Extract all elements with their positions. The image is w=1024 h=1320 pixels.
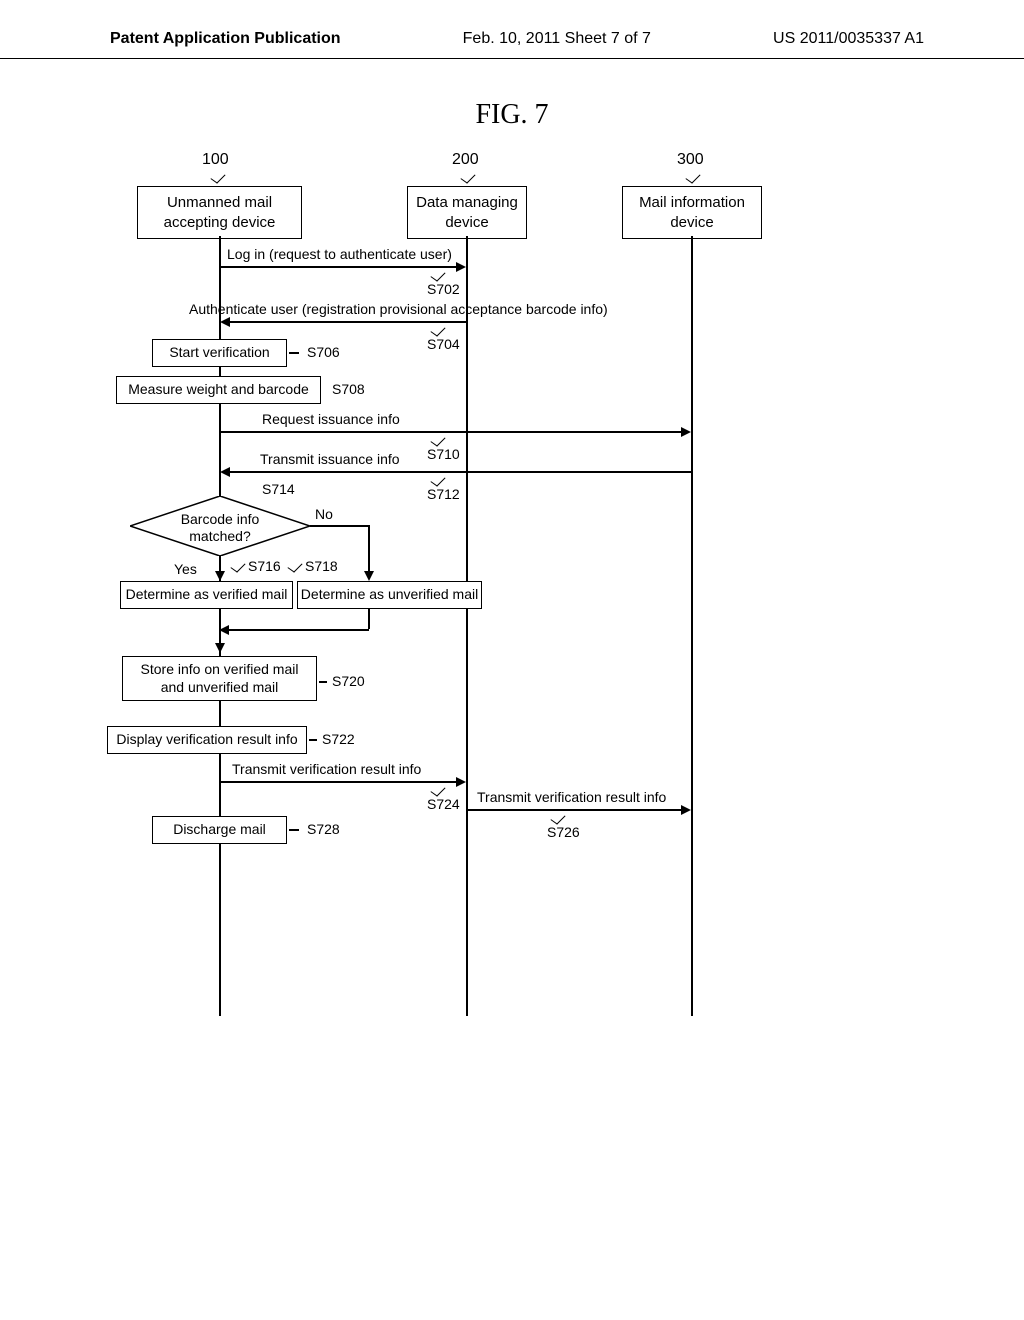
label-s716: S716 bbox=[248, 558, 281, 574]
tick-icon bbox=[210, 170, 225, 183]
merge-line bbox=[368, 609, 370, 629]
msg-req: Request issuance info bbox=[262, 411, 400, 427]
label-s704: S704 bbox=[427, 336, 460, 352]
header-right: US 2011/0035337 A1 bbox=[773, 30, 924, 48]
arrow-head-icon bbox=[364, 571, 374, 581]
label-s706: S706 bbox=[307, 344, 340, 360]
label-s702: S702 bbox=[427, 281, 460, 297]
col-num-100: 100 bbox=[202, 151, 229, 169]
arrow-s704 bbox=[230, 321, 467, 323]
msg-trans-result2: Transmit verification result info bbox=[477, 789, 666, 805]
msg-auth: Authenticate user (registration provisio… bbox=[189, 301, 608, 317]
lifeline-head-200: Data managing device bbox=[407, 186, 527, 239]
tick-icon bbox=[430, 268, 445, 281]
arrow-head-icon bbox=[681, 805, 691, 815]
tick-icon bbox=[460, 170, 475, 183]
tick-icon bbox=[230, 559, 245, 572]
page-header: Patent Application Publication Feb. 10, … bbox=[0, 0, 1024, 59]
box-s722: Display verification result info bbox=[107, 726, 307, 754]
arrow-head-icon bbox=[681, 427, 691, 437]
col-num-300: 300 bbox=[677, 151, 704, 169]
arrow-head-icon bbox=[220, 467, 230, 477]
leader-line bbox=[309, 739, 317, 741]
label-s712: S712 bbox=[427, 486, 460, 502]
arrow-head-icon bbox=[219, 625, 229, 635]
lifeline-300 bbox=[691, 236, 693, 1016]
arrow-s712 bbox=[230, 471, 692, 473]
leader-line bbox=[319, 681, 327, 683]
arrow-head-icon bbox=[456, 262, 466, 272]
arrow-s702 bbox=[220, 266, 458, 268]
box-s706: Start verification bbox=[152, 339, 287, 367]
arrow-head-icon bbox=[220, 317, 230, 327]
arrow-head-icon bbox=[215, 571, 225, 581]
tick-icon bbox=[430, 473, 445, 486]
box-s728: Discharge mail bbox=[152, 816, 287, 844]
box-s718: Determine as unverified mail bbox=[297, 581, 482, 609]
leader-line bbox=[289, 829, 299, 831]
label-s710: S710 bbox=[427, 446, 460, 462]
lifeline-head-100: Unmanned mail accepting device bbox=[137, 186, 302, 239]
tick-icon bbox=[685, 170, 700, 183]
figure-title: FIG. 7 bbox=[0, 99, 1024, 131]
label-s718: S718 bbox=[305, 558, 338, 574]
box-s708: Measure weight and barcode bbox=[116, 376, 321, 404]
lifeline-200 bbox=[466, 236, 468, 1016]
label-s728: S728 bbox=[307, 821, 340, 837]
label-s722: S722 bbox=[322, 731, 355, 747]
leader-line bbox=[289, 352, 299, 354]
header-left: Patent Application Publication bbox=[110, 30, 341, 48]
msg-login: Log in (request to authenticate user) bbox=[227, 246, 452, 262]
arrow-head-icon bbox=[456, 777, 466, 787]
no-label: No bbox=[315, 506, 333, 522]
label-s714: S714 bbox=[262, 481, 295, 497]
lifeline-head-300: Mail information device bbox=[622, 186, 762, 239]
tick-icon bbox=[430, 433, 445, 446]
box-s716: Determine as verified mail bbox=[120, 581, 293, 609]
label-s708: S708 bbox=[332, 381, 365, 397]
arrow-head-icon bbox=[215, 643, 225, 653]
label-s726: S726 bbox=[547, 824, 580, 840]
label-s724: S724 bbox=[427, 796, 460, 812]
arrow-s710 bbox=[220, 431, 683, 433]
arrow-s724 bbox=[220, 781, 458, 783]
tick-icon bbox=[430, 783, 445, 796]
yes-label: Yes bbox=[174, 561, 197, 577]
tick-icon bbox=[550, 811, 565, 824]
msg-trans-iss: Transmit issuance info bbox=[260, 451, 400, 467]
msg-trans-result1: Transmit verification result info bbox=[232, 761, 421, 777]
label-s720: S720 bbox=[332, 673, 365, 689]
tick-icon bbox=[430, 323, 445, 336]
arrow-s726 bbox=[467, 809, 683, 811]
tick-icon bbox=[287, 559, 302, 572]
box-s720: Store info on verified mail and unverifi… bbox=[122, 656, 317, 701]
sequence-diagram: 100 200 300 Unmanned mail accepting devi… bbox=[132, 151, 892, 1051]
col-num-200: 200 bbox=[452, 151, 479, 169]
branch-line bbox=[310, 525, 368, 527]
merge-line bbox=[229, 629, 369, 631]
header-middle: Feb. 10, 2011 Sheet 7 of 7 bbox=[463, 30, 651, 48]
decision-s714: Barcode info matched? bbox=[130, 496, 310, 556]
